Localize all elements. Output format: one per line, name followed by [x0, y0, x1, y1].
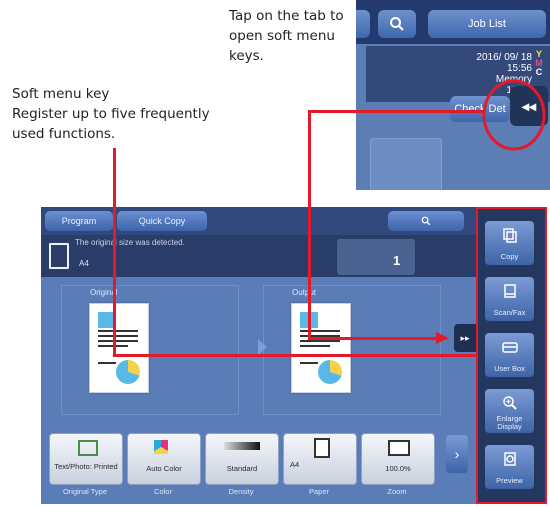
tab-tip-line-2: open soft menu — [229, 28, 335, 44]
soft-key-highlight-box — [476, 207, 547, 504]
program-label: Program — [61, 216, 97, 226]
search-icon — [390, 17, 404, 31]
inset-card — [370, 138, 442, 190]
output-preview — [291, 303, 351, 393]
quick-copy-button[interactable]: Quick Copy — [117, 211, 207, 231]
callout-line — [308, 110, 484, 113]
copies-value: 1 — [393, 253, 401, 268]
document-icon — [49, 243, 69, 269]
fn-button-paper[interactable]: A4 — [283, 433, 357, 485]
output-area: Output — [263, 285, 441, 415]
callout-line — [308, 110, 311, 340]
original-size-text: A4 — [79, 259, 89, 268]
soft-key-desc-line-1: Register up to five frequently — [12, 106, 210, 122]
original-preview — [89, 303, 149, 393]
inset-search-button[interactable] — [378, 10, 416, 38]
quick-copy-label: Quick Copy — [138, 216, 186, 226]
fn-label: 100.0% — [385, 464, 411, 473]
main-tab-arrow-icon: ▸▸ — [460, 332, 470, 343]
program-button[interactable]: Program — [45, 211, 113, 231]
time-text: 15:56 — [506, 63, 532, 74]
original-type-icon — [78, 440, 98, 456]
fn-button-original-type[interactable]: Text/Photo: Printed — [49, 433, 123, 485]
callout-line — [113, 354, 477, 357]
more-functions-button[interactable]: › — [446, 435, 468, 473]
fn-label: A4 — [290, 460, 300, 469]
callout-arrowhead — [436, 332, 449, 344]
fn-label: Auto Color — [146, 464, 182, 473]
soft-key-desc-line-2: used functions. — [12, 126, 116, 142]
date-text: 2016/ 09/ 18 — [476, 52, 532, 63]
fn-button-zoom[interactable]: 100.0% — [361, 433, 435, 485]
tab-tip-line-1: Tap on the tab to — [229, 8, 344, 24]
arrow-icon — [258, 339, 267, 355]
soft-key-annotation: Soft menu key Register up to five freque… — [12, 84, 262, 144]
screen-search-button[interactable] — [388, 211, 464, 231]
fn-button-density[interactable]: Standard — [205, 433, 279, 485]
fn-label: Standard — [226, 464, 258, 473]
job-list-button[interactable]: Job List — [428, 10, 546, 38]
soft-key-title: Soft menu key — [12, 86, 110, 102]
detected-message: The original size was detected. — [75, 238, 185, 247]
original-area: Original — [61, 285, 239, 415]
inset-left-button[interactable] — [356, 10, 370, 38]
fn-caption: Zoom — [387, 487, 407, 496]
status-letters: YMC — [535, 49, 543, 77]
tab-tip-annotation: Tap on the tab to open soft menu keys. — [229, 6, 359, 66]
zoom-icon — [388, 440, 410, 456]
highlight-circle — [482, 79, 546, 151]
paper-icon — [314, 438, 330, 458]
fn-button-color[interactable]: Auto Color — [127, 433, 201, 485]
chevron-right-icon: › — [454, 446, 460, 462]
fn-caption: Original Type — [62, 487, 108, 496]
callout-line — [308, 337, 438, 340]
fn-label: Text/Photo: Printed — [54, 462, 118, 471]
job-list-label: Job List — [468, 18, 506, 30]
output-label: Output — [292, 288, 317, 297]
copies-panel: 1 — [337, 239, 415, 275]
fn-caption: Paper — [308, 487, 329, 496]
fn-caption: Color — [154, 487, 172, 496]
fn-caption: Density — [228, 487, 254, 496]
density-icon — [224, 442, 260, 450]
main-soft-menu-tab[interactable]: ▸▸ — [454, 324, 476, 352]
message-bar: The original size was detected. A4 1 — [41, 235, 476, 277]
color-icon — [154, 440, 168, 454]
search-icon — [421, 216, 431, 226]
tab-tip-line-3: keys. — [229, 48, 264, 64]
callout-line — [113, 148, 116, 357]
